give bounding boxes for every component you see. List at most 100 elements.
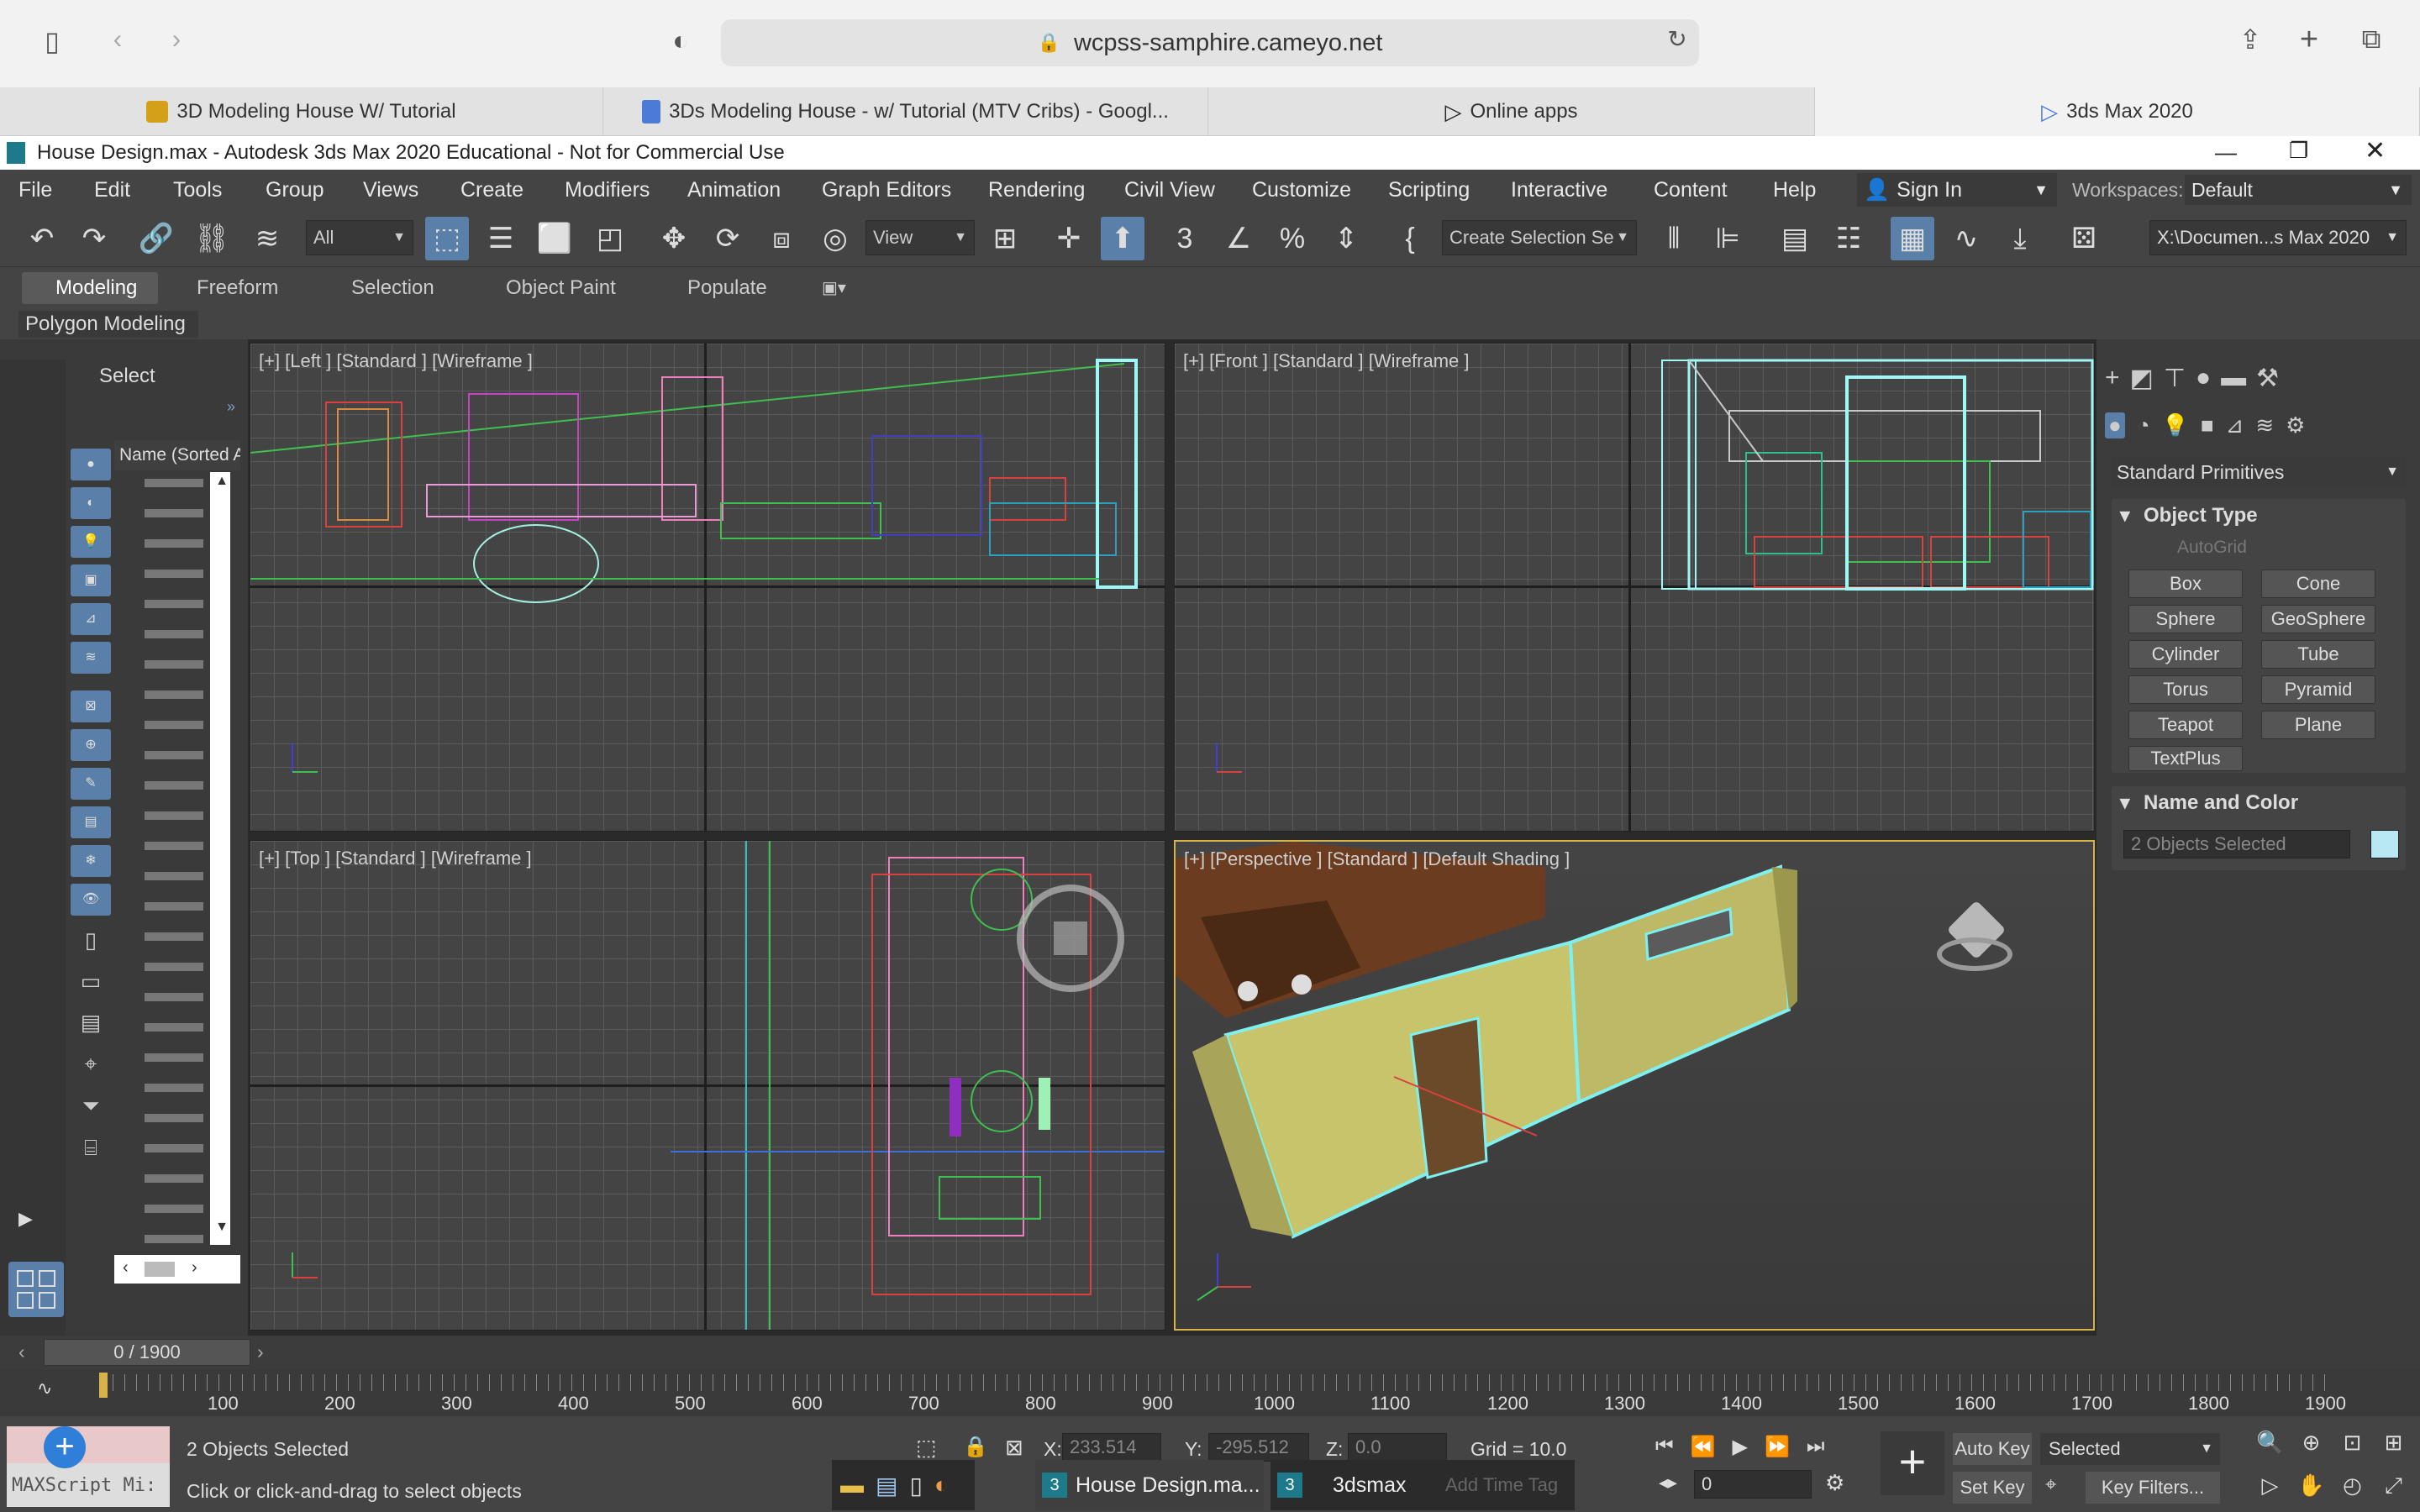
viewport-top-label[interactable]: [+] [Top ] [Standard ] [Wireframe ] — [259, 848, 532, 869]
name-column-header[interactable]: Name (Sorted A — [114, 440, 240, 470]
play-icon[interactable]: ▶ — [1733, 1435, 1748, 1459]
scene-object-list[interactable]: ▲ ▼ — [114, 472, 240, 1245]
paint-icon[interactable]: ◐ — [934, 1472, 949, 1499]
isolate-selection-icon[interactable]: ⬚ — [916, 1435, 937, 1461]
y-coordinate-field[interactable]: -295.512 — [1208, 1433, 1309, 1462]
new-tab-icon[interactable]: + — [2291, 22, 2328, 58]
curve-editor-mini-icon[interactable]: ∿ — [37, 1378, 52, 1399]
viewport-top[interactable]: [+] [Top ] [Standard ] [Wireframe ] — [250, 840, 1165, 1331]
viewport-perspective[interactable]: [+] [Perspective ] [Standard ] [Default … — [1174, 840, 2095, 1331]
modify-tab-icon[interactable]: ◩ — [2130, 364, 2154, 393]
folder-icon[interactable]: ▬ — [840, 1472, 864, 1499]
taskbar-house-design[interactable]: 3 House Design.ma... — [1035, 1460, 1264, 1510]
menu-create[interactable]: Create — [460, 170, 523, 210]
absolute-mode-icon[interactable]: ⊠ — [1005, 1435, 1023, 1461]
material-editor-icon[interactable]: ⚄ — [2062, 217, 2106, 260]
prev-key-icon[interactable]: ⏪ — [1691, 1435, 1716, 1459]
select-by-name-icon[interactable]: ☰ — [479, 217, 523, 260]
geometry-icon[interactable]: ● — [2105, 412, 2125, 438]
menu-help[interactable]: Help — [1773, 170, 1816, 210]
curve-editor-icon[interactable]: ∿ — [1944, 217, 1988, 260]
viewcube-icon[interactable] — [1937, 900, 2012, 976]
tab-overview-icon[interactable]: ⧉ — [2353, 24, 2390, 55]
viewport-perspective-label[interactable]: [+] [Perspective ] [Standard ] [Default … — [1184, 848, 1570, 870]
zoom-extents-all-icon[interactable]: ⊞ — [2375, 1430, 2412, 1467]
torus-button[interactable]: Torus — [2128, 675, 2243, 704]
autogrid-checkbox[interactable]: AutoGrid — [2177, 538, 2247, 558]
motion-tab-icon[interactable]: ● — [2196, 364, 2211, 392]
current-frame-field[interactable]: 0 — [1694, 1470, 1812, 1499]
document-icon[interactable]: ▯ — [909, 1472, 922, 1499]
rect-selection-icon[interactable]: ⬜ — [533, 217, 576, 260]
polygon-modeling-panel[interactable]: Polygon Modeling — [18, 311, 198, 338]
groups-filter-icon[interactable]: ⊠ — [71, 690, 111, 722]
keyboard-shortcut-override-icon[interactable]: ⬆ — [1101, 217, 1144, 260]
menu-scripting[interactable]: Scripting — [1388, 170, 1470, 210]
toggle-ribbon-icon[interactable]: ▦ — [1891, 217, 1934, 260]
primitive-category-dropdown[interactable]: Standard Primitives ▼ — [2112, 457, 2406, 487]
schematic-view-icon[interactable]: ⤓ — [1998, 217, 2042, 260]
menu-rendering[interactable]: Rendering — [988, 170, 1085, 210]
scene-explorer-icon[interactable]: ▤ — [1773, 217, 1817, 260]
project-folder-dropdown[interactable]: X:\Documen...s Max 2020 ▼ — [2149, 220, 2407, 255]
scroll-right-icon[interactable]: › — [192, 1258, 197, 1278]
key-filter-icon[interactable]: ⌖ — [2045, 1473, 2057, 1497]
ribbon-tab-object-paint[interactable]: Object Paint — [506, 272, 616, 304]
viewport-left-label[interactable]: [+] [Left ] [Standard ] [Wireframe ] — [259, 350, 533, 372]
name-and-color-title[interactable]: Name and Color — [2144, 791, 2298, 815]
menu-views[interactable]: Views — [363, 170, 418, 210]
viewport-front-label[interactable]: [+] [Front ] [Standard ] [Wireframe ] — [1183, 350, 1470, 372]
frozen-filter-icon[interactable]: ❄ — [71, 845, 111, 877]
menu-group[interactable]: Group — [266, 170, 324, 210]
orbit-icon[interactable]: ◴ — [2334, 1473, 2370, 1511]
add-button[interactable]: + — [44, 1426, 86, 1468]
space-warps-icon[interactable]: ≋ — [2255, 412, 2274, 438]
frame-spinner-icon[interactable]: ◂▸ — [1659, 1472, 1677, 1494]
ribbon-tab-selection[interactable]: Selection — [351, 272, 434, 304]
spacewarps-filter-icon[interactable]: ≋ — [71, 642, 111, 674]
mirror-icon[interactable]: ⫴ — [1652, 217, 1696, 260]
cameras-icon[interactable]: ■ — [2201, 412, 2214, 438]
maxscript-listener[interactable]: MAXScript Mi: — [7, 1426, 170, 1507]
x-coordinate-field[interactable]: 233.514 — [1062, 1433, 1161, 1462]
add-time-tag[interactable]: Add Time Tag — [1435, 1460, 1575, 1510]
next-key-icon[interactable]: ⏩ — [1765, 1435, 1790, 1459]
box-button[interactable]: Box — [2128, 570, 2243, 598]
ribbon-tab-modeling[interactable]: Modeling — [55, 272, 137, 304]
viewport-front[interactable]: [+] [Front ] [Standard ] [Wireframe ] — [1174, 343, 2095, 832]
auto-key-button[interactable]: Auto Key — [1953, 1433, 2032, 1465]
explorer-expand-icon[interactable]: » — [227, 398, 235, 416]
shapes-filter-icon[interactable]: ◐ — [71, 487, 111, 519]
viewport-layout-icon[interactable] — [8, 1262, 64, 1317]
cameras-filter-icon[interactable]: ▣ — [71, 564, 111, 596]
menu-civil-view[interactable]: Civil View — [1124, 170, 1215, 210]
select-object-icon[interactable]: ⬚ — [425, 217, 469, 260]
close-icon[interactable]: ✕ — [2365, 136, 2386, 165]
visibility-eye-icon[interactable] — [145, 472, 203, 1245]
hidden-filter-icon[interactable]: 👁 — [71, 884, 111, 916]
set-key-icon[interactable]: + — [1881, 1431, 1944, 1495]
undo-icon[interactable]: ↶ — [20, 217, 64, 260]
align-icon[interactable]: ⊫ — [1706, 217, 1749, 260]
next-frame-icon[interactable]: › — [257, 1341, 264, 1363]
link-icon[interactable]: 🔗 — [134, 217, 178, 260]
rollout-toggle-icon[interactable]: ▾ — [2120, 791, 2130, 814]
edit-named-selection-icon[interactable]: { — [1388, 217, 1432, 260]
zoom-all-icon[interactable]: ⊕ — [2293, 1430, 2329, 1467]
tab-online-apps[interactable]: ▷ Online apps — [1208, 87, 1815, 136]
notepad-icon[interactable]: ▤ — [876, 1472, 897, 1499]
scroll-left-icon[interactable]: ‹ — [123, 1258, 129, 1278]
placement-icon[interactable]: ◎ — [813, 217, 857, 260]
angle-snap-icon[interactable]: ∠ — [1217, 217, 1260, 260]
teapot-button[interactable]: Teapot — [2128, 711, 2243, 739]
select-children-icon[interactable]: ⌖ — [76, 1051, 106, 1078]
hierarchy-tab-icon[interactable]: ⊤ — [2164, 364, 2186, 393]
percent-snap-icon[interactable]: % — [1270, 217, 1314, 260]
helpers-icon[interactable]: ⊿ — [2226, 412, 2244, 438]
bind-space-warp-icon[interactable]: ≋ — [245, 217, 289, 260]
create-tab-icon[interactable]: + — [2105, 364, 2120, 392]
restore-icon[interactable]: ❐ — [2289, 138, 2308, 164]
utilities-tab-icon[interactable]: ⚒ — [2256, 364, 2279, 393]
lights-filter-icon[interactable]: 💡 — [71, 526, 111, 558]
key-filters-button[interactable]: Key Filters... — [2086, 1472, 2220, 1504]
